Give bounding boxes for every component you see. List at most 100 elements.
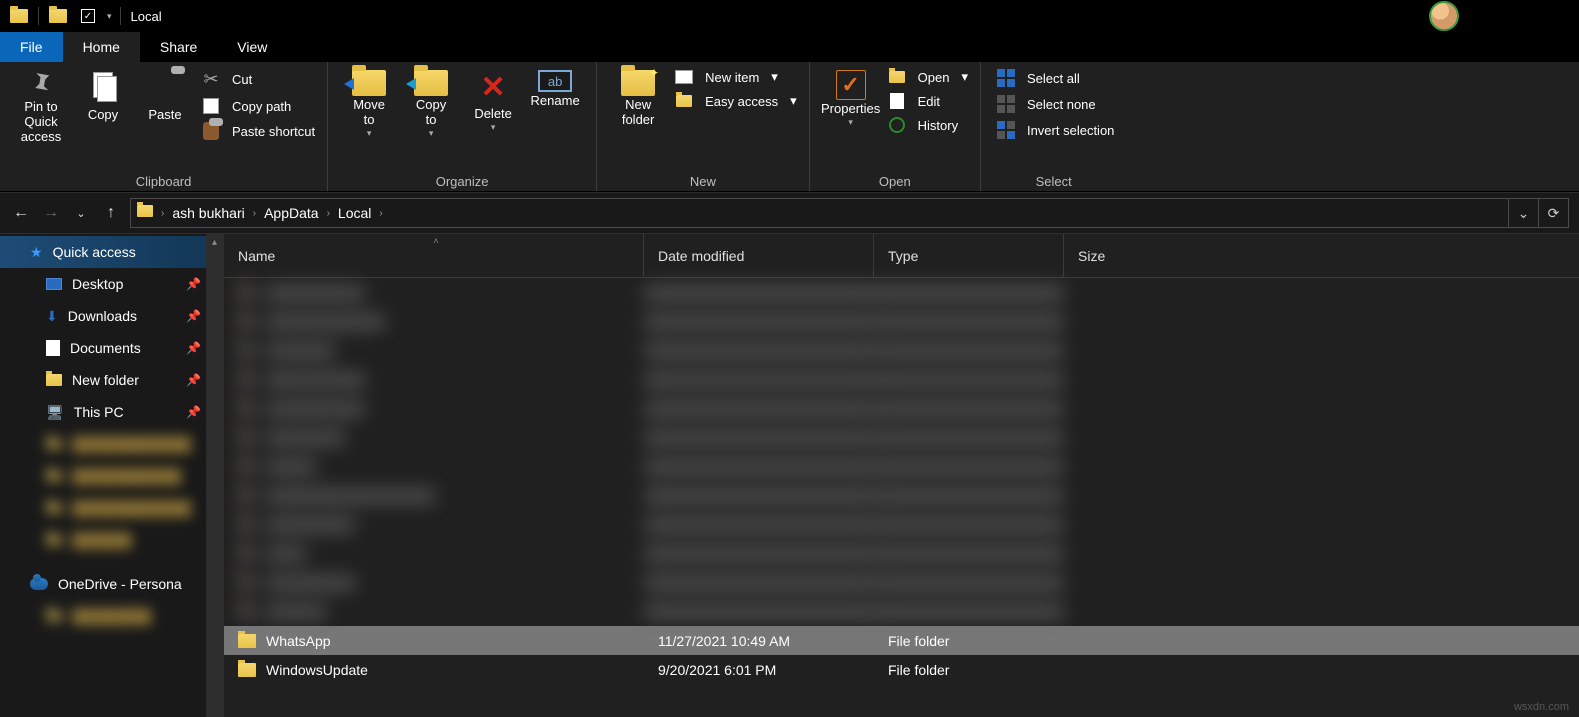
chevron-right-icon[interactable]: › xyxy=(251,208,258,219)
pin-to-quick-access-button[interactable]: Pin to Quick access xyxy=(10,66,72,145)
edit-button[interactable]: Edit xyxy=(882,92,970,110)
sidebar-item-onedrive[interactable]: OneDrive - Persona xyxy=(0,568,223,600)
delete-button[interactable]: ✕ Delete▾ xyxy=(462,66,524,133)
invert-selection-button[interactable]: Invert selection xyxy=(991,120,1116,140)
pin-icon: 📌 xyxy=(186,341,201,355)
easy-access-button[interactable]: Easy access▾ xyxy=(669,92,799,110)
group-select: Select all Select none Invert selection … xyxy=(981,62,1126,191)
address-folder-icon xyxy=(131,204,159,222)
main-area: ★Quick access Desktop📌 ⬇Downloads📌 Docum… xyxy=(0,234,1579,717)
properties-button[interactable]: ✓ Properties▾ xyxy=(820,66,882,128)
group-open: ✓ Properties▾ Open▾ Edit History Open xyxy=(810,62,981,191)
sidebar-item-hidden[interactable]: ████████████ xyxy=(0,428,223,460)
qat-folder-icon[interactable] xyxy=(43,1,73,31)
ribbon: Pin to Quick access Copy Paste ✂Cut Copy… xyxy=(0,62,1579,192)
sidebar-item-downloads[interactable]: ⬇Downloads📌 xyxy=(0,300,223,332)
group-new: ✦ New folder New item▾ Easy access▾ New xyxy=(597,62,810,191)
navigation-bar: ← → ⌄ ↑ › ash bukhari › AppData › Local … xyxy=(0,192,1579,234)
group-clipboard: Pin to Quick access Copy Paste ✂Cut Copy… xyxy=(0,62,328,191)
sidebar-item-documents[interactable]: Documents📌 xyxy=(0,332,223,364)
group-label-organize: Organize xyxy=(338,172,586,191)
qat-dropdown-icon[interactable]: ▾ xyxy=(103,11,116,22)
select-all-button[interactable]: Select all xyxy=(991,68,1116,88)
new-folder-icon: ✦ xyxy=(621,70,655,96)
pin-icon: 📌 xyxy=(186,277,201,291)
new-item-button[interactable]: New item▾ xyxy=(669,68,799,86)
desktop-icon xyxy=(46,278,62,290)
tab-share[interactable]: Share xyxy=(140,32,217,62)
downloads-icon: ⬇ xyxy=(46,308,58,325)
folder-icon xyxy=(238,634,256,648)
rename-button[interactable]: Rename xyxy=(524,66,586,109)
breadcrumb-segment[interactable]: AppData xyxy=(258,205,324,221)
blurred-rows: ████████████████████████████████ ███████… xyxy=(224,278,1579,626)
app-folder-icon xyxy=(4,1,34,31)
file-name: WhatsApp xyxy=(266,633,331,649)
nav-recent-dropdown[interactable]: ⌄ xyxy=(66,198,96,228)
paste-icon xyxy=(147,70,183,106)
sidebar-item-quick-access[interactable]: ★Quick access xyxy=(0,236,223,268)
file-type: File folder xyxy=(874,633,1064,649)
qat-checkbox-icon[interactable]: ✓ xyxy=(73,1,103,31)
column-headers: Name˄ Date modified Type Size xyxy=(224,234,1579,278)
cut-button[interactable]: ✂Cut xyxy=(196,68,317,91)
copy-icon xyxy=(85,70,121,106)
copy-button[interactable]: Copy xyxy=(72,66,134,123)
documents-icon xyxy=(46,340,60,356)
file-type: File folder xyxy=(874,662,1064,678)
nav-forward-button[interactable]: → xyxy=(36,198,66,228)
history-icon xyxy=(889,117,905,133)
column-type[interactable]: Type xyxy=(874,234,1064,277)
window-title: Local xyxy=(125,9,162,24)
sidebar-item-hidden[interactable]: ███████████ xyxy=(0,460,223,492)
tab-file[interactable]: File xyxy=(0,32,63,62)
select-none-button[interactable]: Select none xyxy=(991,94,1116,114)
sidebar-item-new-folder[interactable]: New folder📌 xyxy=(0,364,223,396)
history-button[interactable]: History xyxy=(882,116,970,134)
new-folder-button[interactable]: ✦ New folder xyxy=(607,66,669,128)
chevron-right-icon[interactable]: › xyxy=(159,208,166,219)
easy-access-icon xyxy=(676,95,692,107)
nav-up-button[interactable]: ↑ xyxy=(96,198,126,228)
sidebar-item-desktop[interactable]: Desktop📌 xyxy=(0,268,223,300)
breadcrumb-segment[interactable]: Local xyxy=(332,205,377,221)
sidebar-item-hidden[interactable]: ████████████ xyxy=(0,492,223,524)
refresh-button[interactable]: ⟳ xyxy=(1538,198,1568,228)
file-row[interactable]: WindowsUpdate 9/20/2021 6:01 PM File fol… xyxy=(224,655,1579,684)
paste-shortcut-button[interactable]: Paste shortcut xyxy=(196,121,317,141)
sidebar-item-this-pc[interactable]: 🖥This PC📌 xyxy=(0,396,223,428)
select-none-icon xyxy=(997,95,1015,113)
tab-view[interactable]: View xyxy=(217,32,287,62)
file-row[interactable]: WhatsApp 11/27/2021 10:49 AM File folder xyxy=(224,626,1579,655)
move-to-button[interactable]: Move to▾ xyxy=(338,66,400,139)
group-label-clipboard: Clipboard xyxy=(10,172,317,191)
open-icon xyxy=(889,71,905,83)
tab-home[interactable]: Home xyxy=(63,32,140,62)
copy-to-button[interactable]: Copy to▾ xyxy=(400,66,462,139)
sidebar-item-hidden[interactable]: ████████ xyxy=(0,600,223,632)
ribbon-tabs: File Home Share View xyxy=(0,32,1579,62)
onedrive-icon xyxy=(30,578,48,590)
sidebar-item-hidden[interactable]: ██████ xyxy=(0,524,223,556)
properties-icon: ✓ xyxy=(836,70,866,100)
copy-path-button[interactable]: Copy path xyxy=(196,97,317,115)
column-date[interactable]: Date modified xyxy=(644,234,874,277)
edit-icon xyxy=(890,93,904,109)
sidebar-scrollbar[interactable]: ▴ xyxy=(206,234,223,717)
address-bar[interactable]: › ash bukhari › AppData › Local › ⌄ ⟳ xyxy=(130,198,1569,228)
file-date: 11/27/2021 10:49 AM xyxy=(644,633,874,649)
address-dropdown-button[interactable]: ⌄ xyxy=(1508,198,1538,228)
paste-button[interactable]: Paste xyxy=(134,66,196,123)
chevron-right-icon[interactable]: › xyxy=(377,208,384,219)
column-size[interactable]: Size xyxy=(1064,234,1194,277)
pin-icon xyxy=(22,65,61,104)
column-name[interactable]: Name˄ xyxy=(224,234,644,277)
open-button[interactable]: Open▾ xyxy=(882,68,970,86)
chevron-right-icon[interactable]: › xyxy=(325,208,332,219)
breadcrumb-segment[interactable]: ash bukhari xyxy=(166,205,250,221)
user-avatar-icon[interactable] xyxy=(1429,1,1459,31)
copy-to-icon xyxy=(414,70,448,96)
nav-back-button[interactable]: ← xyxy=(6,198,36,228)
move-to-icon xyxy=(352,70,386,96)
sort-asc-icon: ˄ xyxy=(434,236,439,246)
